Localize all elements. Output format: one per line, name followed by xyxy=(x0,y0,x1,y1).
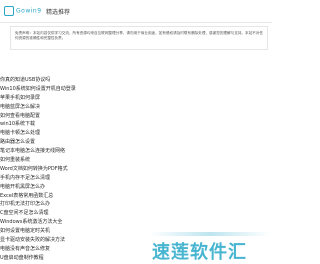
list-item: Windows系统激活方法大全 xyxy=(0,218,130,227)
list-item: win10系统下载 xyxy=(0,120,130,129)
list-item: 电脑蓝屏怎么解决 xyxy=(0,103,130,112)
article-link[interactable]: 如何设置电脑定时关机 xyxy=(0,228,50,234)
top-bar: Gowin9 精选推荐 xyxy=(0,0,272,23)
article-link[interactable]: 电脑蓝屏怎么解决 xyxy=(0,104,40,110)
nav-home-link[interactable]: 精选推荐 xyxy=(46,7,70,16)
article-link[interactable]: Windows系统激活方法大全 xyxy=(0,219,62,225)
article-link[interactable]: 你真的知道USB协议吗 xyxy=(0,77,50,83)
list-item: 路由器怎么设置 xyxy=(0,138,130,147)
list-item: C盘空间不足怎么清理 xyxy=(0,209,130,218)
article-link[interactable]: 苹果手机如何录屏 xyxy=(0,95,40,101)
article-link[interactable]: 如何查看电脑配置 xyxy=(0,113,40,119)
list-item: 笔记本电脑怎么连接无线网络 xyxy=(0,147,130,156)
article-link[interactable]: Word文档如何转换为PDF格式 xyxy=(0,166,68,172)
list-item: 如何重装系统 xyxy=(0,156,130,165)
article-link[interactable]: C盘空间不足怎么清理 xyxy=(0,210,49,216)
article-link[interactable]: Excel表格常用函数汇总 xyxy=(0,193,53,199)
list-item: Win10系统如何设置开机自动登录 xyxy=(0,85,130,94)
list-item: 如何设置电脑定时关机 xyxy=(0,227,130,236)
list-item: 显卡驱动安装失败的解决方法 xyxy=(0,236,130,245)
article-link[interactable]: 电脑开机黑屏怎么办 xyxy=(0,184,45,190)
article-link[interactable]: 笔记本电脑怎么连接无线网络 xyxy=(0,148,65,154)
article-link[interactable]: 电脑卡顿怎么处理 xyxy=(0,130,40,136)
article-link[interactable]: win10系统下载 xyxy=(0,121,35,127)
list-item: 苹果手机如何录屏 xyxy=(0,94,130,103)
list-item: 电脑开机黑屏怎么办 xyxy=(0,183,130,192)
article-list: 你真的知道USB协议吗 Win10系统如何设置开机自动登录 苹果手机如何录屏 电脑蓝屏… xyxy=(0,76,130,263)
article-link[interactable]: 路由器怎么设置 xyxy=(0,139,35,145)
article-link[interactable]: U盘启动盘制作教程 xyxy=(0,255,44,261)
watermark-logo: 速莲软件汇 xyxy=(152,242,247,263)
list-item: 如何查看电脑配置 xyxy=(0,112,130,121)
list-item: 手机内存不足怎么清理 xyxy=(0,174,130,183)
logo-icon xyxy=(4,6,14,16)
list-item: Excel表格常用函数汇总 xyxy=(0,192,130,201)
article-link[interactable]: 手机内存不足怎么清理 xyxy=(0,175,50,181)
list-item: Word文档如何转换为PDF格式 xyxy=(0,165,130,174)
site-logo[interactable]: Gowin9 xyxy=(4,6,42,16)
article-link[interactable]: 如何重装系统 xyxy=(0,157,30,163)
list-item: 你真的知道USB协议吗 xyxy=(0,76,130,85)
watermark-glow xyxy=(150,232,270,236)
list-item: U盘启动盘制作教程 xyxy=(0,254,130,263)
list-item: 打印机无法打印怎么办 xyxy=(0,200,130,209)
list-item: 电脑没有声音怎么修复 xyxy=(0,245,130,254)
article-link[interactable]: Win10系统如何设置开机自动登录 xyxy=(0,86,76,92)
article-link[interactable]: 打印机无法打印怎么办 xyxy=(0,201,50,207)
disclaimer-text: 免责声明：本站内容仅供学习交流，所有资源均来自互联网整理分享，请勿用于商业用途，… xyxy=(15,31,263,40)
disclaimer-notice: 免责声明：本站内容仅供学习交流，所有资源均来自互联网整理分享，请勿用于商业用途，… xyxy=(10,26,268,50)
list-item: 电脑卡顿怎么处理 xyxy=(0,129,130,138)
logo-text: Gowin9 xyxy=(16,7,42,15)
article-link[interactable]: 电脑没有声音怎么修复 xyxy=(0,246,50,252)
article-link[interactable]: 显卡驱动安装失败的解决方法 xyxy=(0,237,65,243)
